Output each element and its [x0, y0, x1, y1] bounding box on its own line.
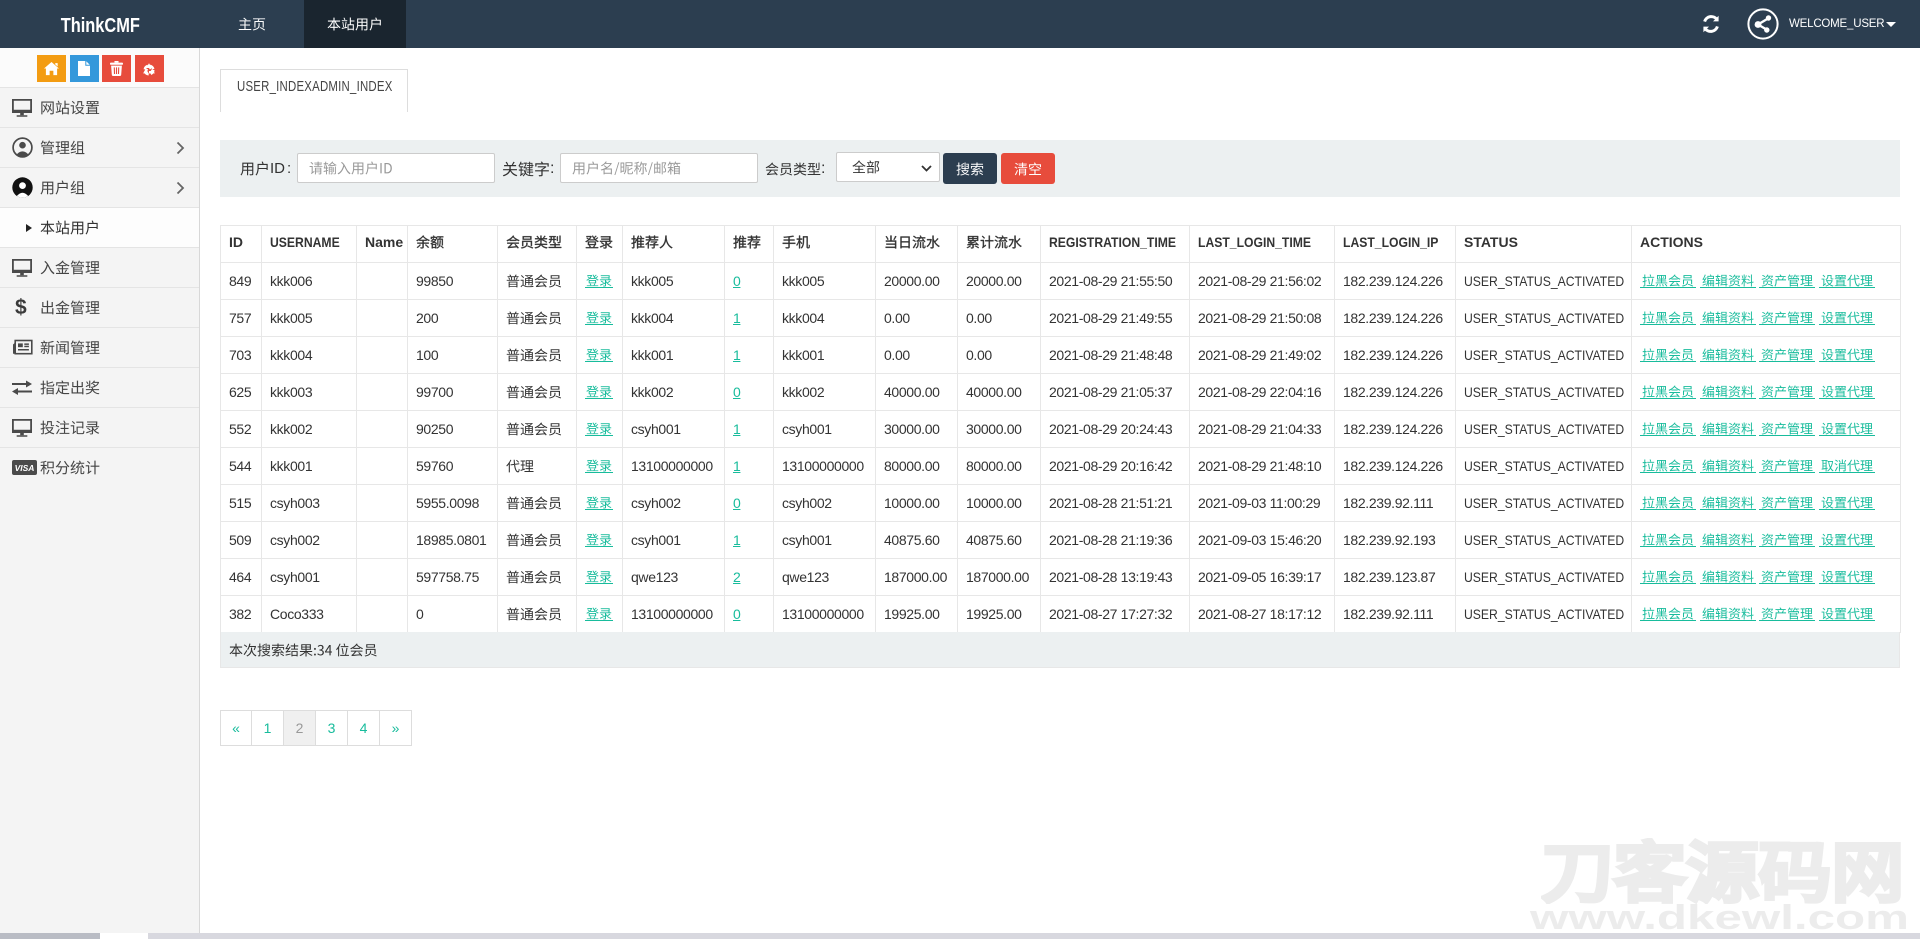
svg-text:VISA: VISA [15, 463, 35, 473]
